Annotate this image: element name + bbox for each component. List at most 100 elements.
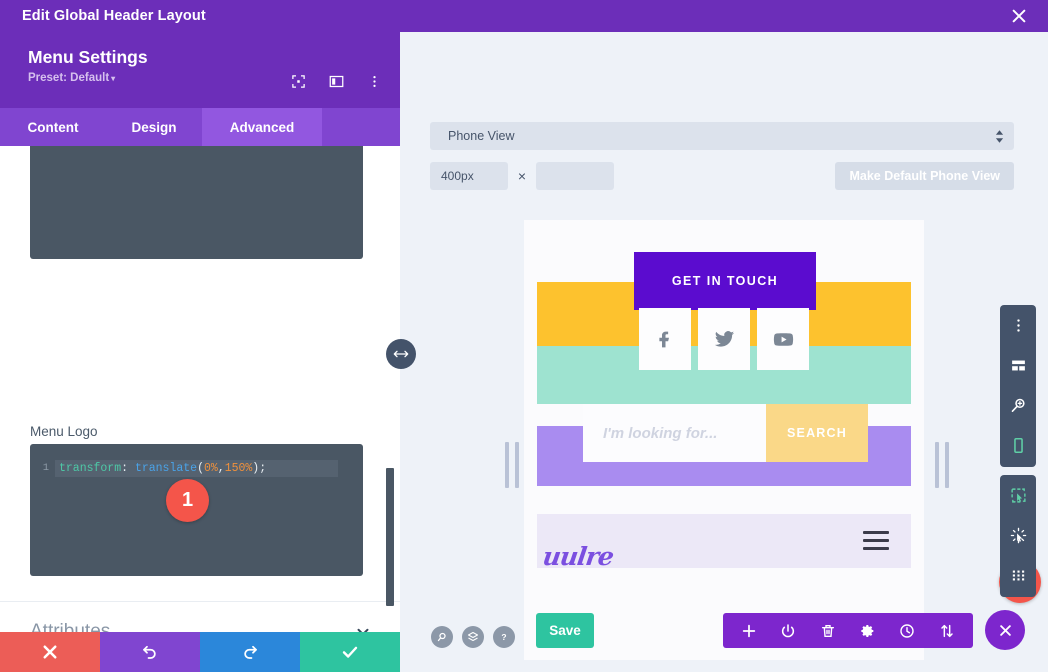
- viewport-select[interactable]: Phone View: [430, 122, 1014, 150]
- x-icon: [43, 645, 57, 659]
- more-vertical-icon[interactable]: [367, 74, 382, 89]
- phone-preview-frame: GET IN TOUCH I'm looking for... SEARCH u…: [524, 220, 924, 660]
- tab-content[interactable]: Content: [0, 108, 106, 146]
- toggle-builder-button[interactable]: [780, 623, 796, 639]
- builder-main-actions: [723, 613, 973, 648]
- help-button-round[interactable]: ?: [493, 626, 515, 648]
- expand-icon[interactable]: [291, 74, 306, 89]
- preview-tools-group-a: [1000, 305, 1036, 467]
- hamburger-icon[interactable]: [863, 531, 889, 555]
- window-close-button[interactable]: [990, 0, 1048, 32]
- site-logo[interactable]: uulre: [541, 542, 615, 571]
- tab-bar-spacer: [322, 108, 400, 146]
- tab-design[interactable]: Design: [106, 108, 202, 146]
- panel-resize-handle[interactable]: [386, 339, 416, 369]
- redo-button[interactable]: [200, 632, 300, 672]
- window-title: Edit Global Header Layout: [22, 8, 206, 24]
- css-function-token: translate: [134, 461, 198, 475]
- sort-button[interactable]: [939, 623, 955, 639]
- preview-stage: Phone View 400px × Make Default Phone Vi…: [400, 32, 1048, 672]
- social-link-youtube[interactable]: [757, 308, 809, 370]
- css-close-token: );: [252, 461, 267, 475]
- select-area-icon[interactable]: [1000, 475, 1036, 515]
- svg-text:?: ?: [501, 632, 506, 642]
- twitter-icon: [714, 330, 734, 347]
- css-open-paren-token: (: [197, 461, 204, 475]
- cancel-changes-button[interactable]: [0, 632, 100, 672]
- history-button[interactable]: [899, 623, 915, 639]
- make-default-phone-view-button[interactable]: Make Default Phone View: [835, 162, 1014, 190]
- preview-resize-grip-right[interactable]: [935, 442, 949, 488]
- search-button[interactable]: SEARCH: [766, 404, 868, 462]
- css-property-token: transform: [59, 461, 122, 475]
- viewport-width-input[interactable]: 400px: [430, 162, 508, 190]
- grid-icon[interactable]: [1000, 555, 1036, 595]
- css-comma-token: ,: [217, 461, 225, 475]
- settings-header-icons: [291, 74, 382, 89]
- click-effect-icon[interactable]: [1000, 515, 1036, 555]
- chevron-down-icon: ▾: [111, 74, 116, 83]
- zoom-in-icon[interactable]: [1000, 385, 1036, 425]
- facebook-icon: [658, 331, 669, 347]
- search-icon: [437, 632, 446, 642]
- panel-layout-icon[interactable]: [329, 74, 344, 89]
- settings-action-bar: [0, 632, 400, 672]
- code-line: 1 transform: translate(0%,150%);: [30, 458, 363, 478]
- css-arg2-token: 150%: [224, 461, 253, 475]
- phone-icon[interactable]: [1000, 425, 1036, 465]
- check-icon: [342, 646, 358, 658]
- get-in-touch-button[interactable]: GET IN TOUCH: [634, 252, 816, 310]
- exit-builder-button[interactable]: [985, 610, 1025, 650]
- viewport-size-row: 400px × Make Default Phone View: [430, 162, 1014, 190]
- preview-search-form: I'm looking for... SEARCH: [583, 404, 868, 462]
- horizontal-resize-icon: [393, 350, 409, 358]
- module-settings-panel: Menu Settings Preset: Default ▾ Content …: [0, 32, 400, 672]
- power-icon: [782, 623, 795, 637]
- social-link-facebook[interactable]: [639, 308, 691, 370]
- layers-icon: [467, 631, 479, 642]
- sort-icon: [941, 624, 953, 637]
- viewport-select-value: Phone View: [448, 129, 515, 143]
- wireframe-icon[interactable]: [1000, 345, 1036, 385]
- undo-button[interactable]: [100, 632, 200, 672]
- close-icon: [1012, 9, 1026, 23]
- save-button[interactable]: Save: [536, 613, 594, 648]
- delete-button[interactable]: [820, 623, 836, 639]
- search-button-round[interactable]: [431, 626, 453, 648]
- scrollbar-thumb[interactable]: [386, 468, 394, 606]
- annotation-badge-1: 1: [166, 479, 209, 522]
- settings-panel-scrollbar[interactable]: [386, 146, 394, 648]
- layers-button-round[interactable]: [462, 626, 484, 648]
- updown-arrows-icon: [995, 129, 1004, 143]
- social-follow-row: [639, 308, 809, 370]
- code-line-content: transform: translate(0%,150%);: [55, 459, 338, 477]
- gear-icon: [861, 624, 874, 637]
- builder-bottom-toolbar: ? Save: [400, 600, 1048, 672]
- preview-resize-grip-left[interactable]: [505, 442, 519, 488]
- window-title-bar: Edit Global Header Layout: [0, 0, 1048, 32]
- tab-advanced[interactable]: Advanced: [202, 108, 322, 146]
- more-vertical-icon[interactable]: [1000, 305, 1036, 345]
- viewport-height-input[interactable]: [536, 162, 614, 190]
- menu-logo-field-label: Menu Logo: [30, 424, 98, 439]
- youtube-icon: [773, 332, 793, 346]
- save-changes-button[interactable]: [300, 632, 400, 672]
- previous-code-editor-partial[interactable]: [30, 146, 363, 259]
- settings-preset-label: Preset: Default: [28, 72, 110, 84]
- settings-panel-header: Menu Settings Preset: Default ▾: [0, 32, 400, 108]
- settings-panel-title: Menu Settings: [28, 47, 148, 67]
- plus-icon: [742, 624, 756, 637]
- preview-tools-group-b: [1000, 475, 1036, 597]
- code-line-number: 1: [42, 462, 49, 474]
- dimension-separator: ×: [517, 168, 527, 184]
- help-icon: ?: [501, 632, 506, 642]
- social-link-twitter[interactable]: [698, 308, 750, 370]
- css-arg1-token: 0%: [203, 461, 218, 475]
- undo-icon: [143, 645, 156, 659]
- add-module-button[interactable]: [741, 623, 757, 639]
- settings-button[interactable]: [860, 623, 876, 639]
- settings-panel-body: Menu Logo 1 transform: translate(0%,150%…: [0, 146, 400, 672]
- trash-icon: [822, 624, 835, 637]
- css-colon-token: :: [121, 461, 135, 475]
- search-input[interactable]: I'm looking for...: [583, 404, 766, 462]
